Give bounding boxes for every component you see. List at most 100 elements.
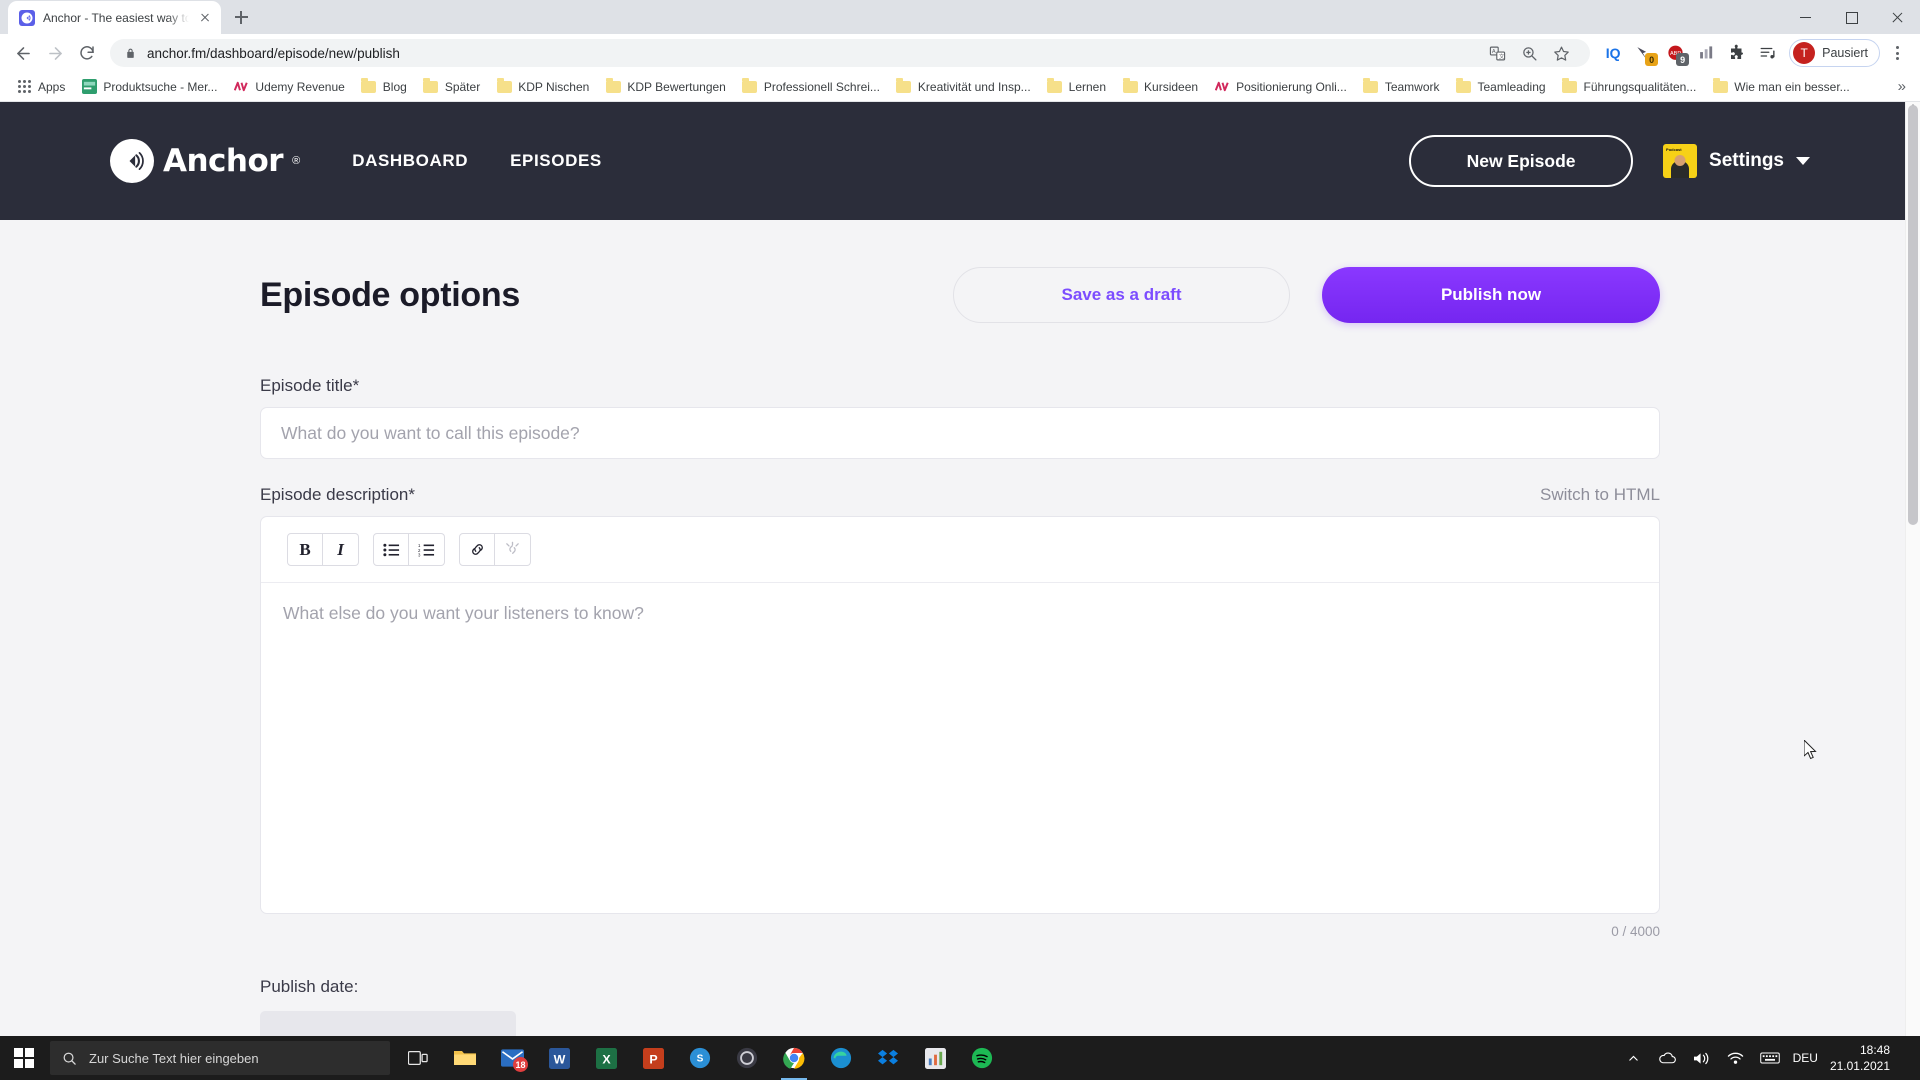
dropbox-icon[interactable]: [866, 1036, 910, 1080]
scrollbar-thumb[interactable]: [1908, 105, 1918, 525]
link-group: [459, 533, 531, 566]
bookmark-professionell-schreiben[interactable]: Professionell Schrei...: [734, 76, 888, 98]
new-episode-button[interactable]: New Episode: [1409, 135, 1634, 187]
adblock-badge: 9: [1676, 53, 1690, 66]
profile-button[interactable]: T Pausiert: [1789, 39, 1880, 67]
star-icon[interactable]: [1546, 38, 1576, 68]
bookmark-apps[interactable]: Apps: [8, 76, 73, 98]
iq-extension-icon[interactable]: IQ: [1598, 38, 1628, 68]
bookmark-produktsuche[interactable]: Produktsuche - Mer...: [73, 76, 225, 98]
obs-icon[interactable]: [725, 1036, 769, 1080]
bold-button[interactable]: B: [287, 533, 323, 566]
bookmark-blog[interactable]: Blog: [353, 76, 415, 98]
bookmark-kreativitaet[interactable]: Kreativität und Insp...: [888, 76, 1039, 98]
episode-title-input[interactable]: What do you want to call this episode?: [260, 407, 1660, 459]
title-row: Episode options Save as a draft Publish …: [260, 266, 1660, 324]
bookmark-fuehrungsqualitaeten[interactable]: Führungsqualitäten...: [1554, 76, 1705, 98]
bookmark-label: Udemy Revenue: [255, 79, 345, 94]
windows-start-icon[interactable]: [0, 1036, 48, 1080]
mail-icon[interactable]: 18: [490, 1036, 534, 1080]
language-indicator[interactable]: DEU: [1793, 1051, 1818, 1065]
bookmark-lernen[interactable]: Lernen: [1039, 76, 1114, 98]
insert-link-button[interactable]: [459, 533, 495, 566]
description-textarea[interactable]: What else do you want your listeners to …: [261, 583, 1659, 913]
browser-window: Anchor - The easiest way to mak anchor.f…: [0, 0, 1920, 1080]
folder-icon: [1712, 77, 1728, 95]
bookmark-spaeter[interactable]: Später: [415, 76, 488, 98]
spotify-icon[interactable]: [960, 1036, 1004, 1080]
puzzle-extensions-icon[interactable]: [1722, 38, 1752, 68]
keyboard-icon[interactable]: [1759, 1047, 1781, 1069]
adblock-extension-icon[interactable]: ABP 9: [1660, 38, 1690, 68]
page-scrollbar[interactable]: [1905, 102, 1920, 1080]
excel-icon[interactable]: X: [584, 1036, 628, 1080]
reading-list-icon[interactable]: [1753, 38, 1783, 68]
task-view-icon[interactable]: [396, 1036, 440, 1080]
settings-label: Settings: [1709, 150, 1784, 171]
svg-text:W: W: [553, 1052, 565, 1066]
charts-app-icon[interactable]: [913, 1036, 957, 1080]
powerpoint-icon[interactable]: P: [631, 1036, 675, 1080]
bookmark-label: KDP Bewertungen: [627, 79, 726, 94]
italic-button[interactable]: I: [323, 533, 359, 566]
speaker-icon[interactable]: [1691, 1047, 1713, 1069]
taskbar-search-input[interactable]: Zur Suche Text hier eingeben: [50, 1041, 390, 1075]
bullet-list-button[interactable]: [373, 533, 409, 566]
kebab-menu-icon[interactable]: [1882, 38, 1912, 68]
bookmark-label: Blog: [382, 79, 407, 94]
numbered-list-button[interactable]: 123: [409, 533, 445, 566]
save-draft-button[interactable]: Save as a draft: [953, 267, 1290, 323]
browser-toolbar: anchor.fm/dashboard/episode/new/publish …: [0, 34, 1920, 72]
wifi-icon[interactable]: [1725, 1047, 1747, 1069]
bookmark-teamwork[interactable]: Teamwork: [1355, 76, 1448, 98]
bookmark-positionierung[interactable]: Positionierung Onli...: [1206, 76, 1355, 98]
word-icon[interactable]: W: [537, 1036, 581, 1080]
pocket-extension-icon[interactable]: 0: [1629, 38, 1659, 68]
bookmark-label: Kursideen: [1144, 79, 1199, 94]
skype-icon[interactable]: S: [678, 1036, 722, 1080]
publish-now-button[interactable]: Publish now: [1322, 267, 1660, 323]
bookmark-label: Später: [444, 79, 481, 94]
svg-text:P: P: [649, 1052, 657, 1066]
bookmark-kursideen[interactable]: Kursideen: [1114, 76, 1206, 98]
browser-tab[interactable]: Anchor - The easiest way to mak: [8, 1, 221, 34]
bookmark-teamleading[interactable]: Teamleading: [1448, 76, 1554, 98]
switch-to-html-link[interactable]: Switch to HTML: [1540, 485, 1660, 505]
edge-icon[interactable]: [819, 1036, 863, 1080]
bookmark-kdp-bewertungen[interactable]: KDP Bewertungen: [597, 76, 734, 98]
notifications-icon[interactable]: [1906, 1036, 1914, 1080]
forward-arrow-icon[interactable]: [40, 38, 70, 68]
bookmark-label: Produktsuche - Mer...: [103, 79, 218, 94]
cloud-icon[interactable]: [1657, 1047, 1679, 1069]
anchor-logo[interactable]: Anchor ®: [110, 139, 300, 183]
maximize-button[interactable]: [1828, 0, 1874, 34]
bookmarks-overflow-icon[interactable]: »: [1892, 78, 1912, 95]
minimize-button[interactable]: [1782, 0, 1828, 34]
taskbar-search-placeholder: Zur Suche Text hier eingeben: [89, 1050, 259, 1066]
bookmark-label: Professionell Schrei...: [763, 79, 880, 94]
nav-item-dashboard[interactable]: DASHBOARD: [352, 151, 468, 171]
zoom-search-icon[interactable]: [1514, 38, 1544, 68]
reload-icon[interactable]: [72, 38, 102, 68]
tab-close-icon[interactable]: [197, 10, 213, 26]
chrome-icon[interactable]: [772, 1036, 816, 1080]
remove-link-button[interactable]: [495, 533, 531, 566]
new-tab-button[interactable]: [227, 3, 255, 31]
translate-icon[interactable]: A文: [1482, 38, 1512, 68]
bookmark-label: Teamwork: [1384, 79, 1440, 94]
address-bar[interactable]: anchor.fm/dashboard/episode/new/publish …: [110, 38, 1591, 68]
window-close-button[interactable]: [1874, 0, 1920, 34]
nav-item-episodes[interactable]: EPISODES: [510, 151, 602, 171]
clock[interactable]: 18:48 21.01.2021: [1830, 1042, 1894, 1074]
bookmark-kdp-nischen[interactable]: KDP Nischen: [488, 76, 597, 98]
bookmark-wie-man-ein-besserer[interactable]: Wie man ein besser...: [1704, 76, 1857, 98]
clock-time: 18:48: [1859, 1042, 1890, 1057]
chevron-up-icon[interactable]: [1623, 1047, 1645, 1069]
pocket-badge: 0: [1645, 53, 1659, 66]
bookmark-udemy-revenue[interactable]: Udemy Revenue: [225, 76, 352, 98]
site-icon: [81, 79, 97, 95]
grid-extension-icon[interactable]: [1691, 38, 1721, 68]
file-explorer-icon[interactable]: [443, 1036, 487, 1080]
settings-menu[interactable]: Podcast Settings: [1663, 144, 1810, 178]
back-arrow-icon[interactable]: [8, 38, 38, 68]
